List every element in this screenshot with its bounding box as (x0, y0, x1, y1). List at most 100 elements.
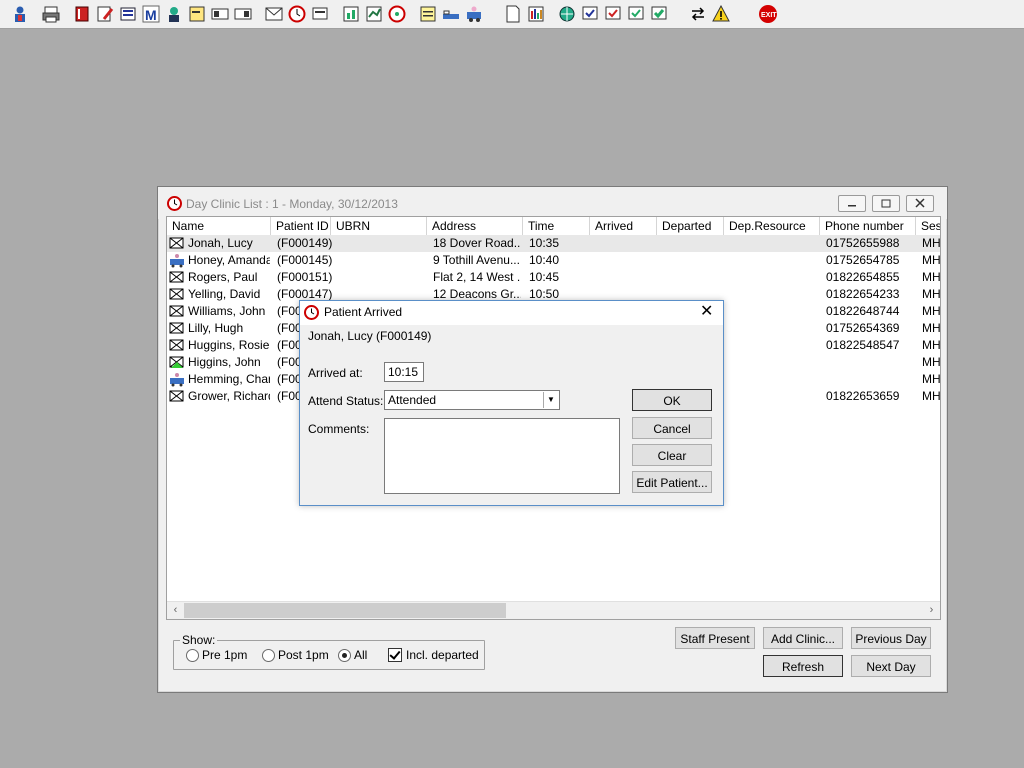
document-icon[interactable] (503, 4, 523, 24)
incl-departed-checkbox[interactable] (388, 648, 402, 662)
radio-pre-1pm-label[interactable]: Pre 1pm (202, 648, 247, 662)
restore-button[interactable] (872, 195, 900, 212)
card-icon[interactable] (210, 4, 230, 24)
column-header-phone[interactable]: Phone number (820, 217, 916, 235)
staff-present-button[interactable]: Staff Present (675, 627, 755, 649)
column-header-ubrn[interactable]: UBRN (331, 217, 427, 235)
window-title: Day Clinic List : 1 - Monday, 30/12/2013 (186, 197, 398, 211)
notes-icon[interactable] (187, 4, 207, 24)
transport-icon[interactable] (464, 4, 484, 24)
person-icon[interactable] (164, 4, 184, 24)
printer-icon[interactable] (41, 4, 61, 24)
attend-status-value: Attended (388, 393, 437, 407)
next-day-button[interactable]: Next Day (851, 655, 931, 677)
horizontal-scrollbar[interactable]: ‹ › (167, 601, 940, 619)
envelope-icon (169, 389, 185, 404)
sticky-icon[interactable] (418, 4, 438, 24)
column-header-departed[interactable]: Departed (657, 217, 724, 235)
edit-icon[interactable] (95, 4, 115, 24)
show-label: Show: (180, 633, 218, 647)
column-header-dep-resource[interactable]: Dep.Resource (724, 217, 820, 235)
cell-name: Huggins, Rosie (188, 338, 270, 352)
refresh-button[interactable]: Refresh (763, 655, 843, 677)
mail-icon[interactable] (264, 4, 284, 24)
envelope-icon (169, 304, 185, 319)
patient-arrived-dialog: Patient Arrived ✕ Jonah, Lucy (F000149) … (299, 300, 724, 506)
chart2-icon[interactable] (364, 4, 384, 24)
svg-text:M: M (145, 7, 157, 23)
clock-icon (167, 196, 182, 214)
clock-icon (304, 305, 319, 323)
form3-icon[interactable] (626, 4, 646, 24)
cell-name: Hemming, Char... (188, 372, 270, 386)
globe-icon[interactable] (557, 4, 577, 24)
scroll-left-arrow-icon[interactable]: ‹ (167, 602, 184, 619)
warning-icon[interactable] (711, 4, 731, 24)
cell-patient-id: (F000145) (277, 253, 333, 267)
cell-time: 10:35 (529, 236, 560, 250)
radio-post-1pm-label[interactable]: Post 1pm (278, 648, 329, 662)
book-icon[interactable] (72, 4, 92, 24)
attend-status-select[interactable]: Attended ▼ (384, 390, 560, 410)
cell-name: Grower, Richard (188, 389, 270, 403)
form4-icon[interactable] (649, 4, 669, 24)
column-header-address[interactable]: Address (427, 217, 523, 235)
bar-chart-icon[interactable] (526, 4, 546, 24)
bed-icon[interactable] (441, 4, 461, 24)
minimize-button[interactable] (838, 195, 866, 212)
scroll-right-arrow-icon[interactable]: › (923, 602, 940, 619)
svg-text:EXIT: EXIT (761, 12, 777, 19)
card2-icon[interactable] (233, 4, 253, 24)
screen-icon[interactable] (310, 4, 330, 24)
column-header-name[interactable]: Name (167, 217, 271, 235)
cell-name: Williams, John (188, 304, 266, 318)
cell-session: MH (922, 287, 940, 301)
comments-textarea[interactable] (384, 418, 620, 494)
user-icon[interactable] (10, 4, 30, 24)
column-header-session[interactable]: Ses (916, 217, 940, 235)
table-row[interactable]: Rogers, Paul (F000151) Flat 2, 14 West .… (167, 269, 940, 286)
chart-icon[interactable] (341, 4, 361, 24)
column-header-patient-id[interactable]: Patient ID (271, 217, 331, 235)
cell-name: Higgins, John (188, 355, 261, 369)
table-row[interactable]: Honey, Amanda (F000145) 9 Tothill Avenu.… (167, 252, 940, 269)
dial-icon[interactable] (387, 4, 407, 24)
previous-day-button[interactable]: Previous Day (851, 627, 931, 649)
cell-time: 10:45 (529, 270, 560, 284)
arrived-at-input[interactable]: 10:15 (384, 362, 424, 382)
add-clinic-button[interactable]: Add Clinic... (763, 627, 843, 649)
arrived-at-label: Arrived at: (308, 366, 363, 380)
exit-icon[interactable]: EXIT (758, 4, 778, 24)
list-icon[interactable] (118, 4, 138, 24)
cell-session: MH (922, 338, 940, 352)
radio-pre-1pm[interactable] (186, 649, 199, 662)
m-icon[interactable]: M (141, 4, 161, 24)
incl-departed-label[interactable]: Incl. departed (406, 648, 479, 662)
edit-patient-button[interactable]: Edit Patient... (632, 471, 712, 493)
clear-button[interactable]: Clear (632, 444, 712, 466)
cell-address: 18 Dover Road... (433, 236, 521, 250)
table-row[interactable]: Jonah, Lucy (F000149) 18 Dover Road... 1… (167, 235, 940, 252)
column-header-arrived[interactable]: Arrived (590, 217, 657, 235)
clock-icon[interactable] (287, 4, 307, 24)
cell-patient-id: (F000151) (277, 270, 333, 284)
close-icon[interactable]: ✕ (700, 304, 713, 320)
swap-icon[interactable] (688, 4, 708, 24)
cell-session: MH (922, 321, 940, 335)
radio-all-label[interactable]: All (354, 648, 367, 662)
form-icon[interactable] (580, 4, 600, 24)
window-titlebar: Day Clinic List : 1 - Monday, 30/12/2013 (158, 187, 947, 219)
dialog-titlebar: Patient Arrived ✕ (300, 301, 723, 325)
cell-phone: 01752655988 (826, 236, 900, 250)
cell-session: MH (922, 372, 940, 386)
close-button[interactable] (906, 195, 934, 212)
column-header-time[interactable]: Time (523, 217, 590, 235)
cancel-button[interactable]: Cancel (632, 417, 712, 439)
comments-label: Comments: (308, 422, 370, 436)
radio-post-1pm[interactable] (262, 649, 275, 662)
chevron-down-icon[interactable]: ▼ (543, 392, 558, 408)
ok-button[interactable]: OK (632, 389, 712, 411)
scrollbar-thumb[interactable] (184, 603, 506, 618)
form2-icon[interactable] (603, 4, 623, 24)
radio-all[interactable] (338, 649, 351, 662)
